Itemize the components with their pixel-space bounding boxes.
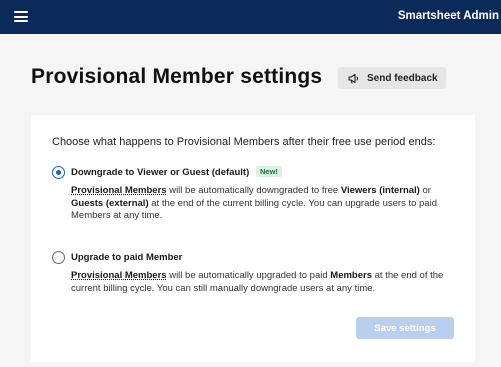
guests-external-term: Guests (external) [71,197,149,209]
downgrade-option-description: Provisional Members will be automaticall… [71,185,437,221]
members-term: Members [330,270,372,281]
save-settings-button[interactable]: Save settings [356,317,454,339]
settings-card: Choose what happens to Provisional Membe… [31,115,475,362]
upgrade-option-title[interactable]: Upgrade to paid Member [71,252,182,263]
upgrade-option-description: Provisional Members will be automaticall… [71,270,444,294]
send-feedback-label: Send feedback [367,72,438,84]
send-feedback-button[interactable]: Send feedback [338,67,446,89]
page-title: Provisional Member settings [31,65,323,88]
new-badge: New! [256,166,282,177]
provisional-members-term: Provisional Members [71,185,167,196]
downgrade-option-title[interactable]: Downgrade to Viewer or Guest (default) [71,167,249,178]
upgrade-option-radio[interactable] [52,251,65,264]
settings-question: Choose what happens to Provisional Membe… [52,136,436,148]
downgrade-option-radio[interactable] [52,166,65,179]
hamburger-menu-icon[interactable] [14,11,28,22]
megaphone-icon [348,73,359,84]
app-name: Smartsheet Admin [397,10,499,22]
viewers-internal-term: Viewers (internal) [340,185,420,196]
provisional-members-term: Provisional Members [71,270,167,281]
top-navigation-bar: Smartsheet Admin [0,0,501,34]
